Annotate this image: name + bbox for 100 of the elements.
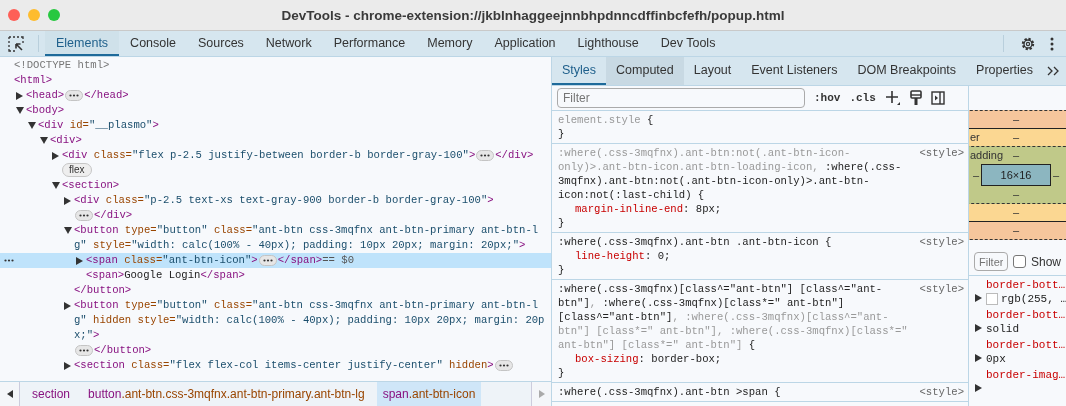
panel-tab[interactable]: Sources (187, 31, 255, 56)
row-menu-icon[interactable] (4, 259, 14, 262)
sidebar-tab[interactable]: Event Listeners (741, 57, 848, 85)
collapsed-content-button[interactable] (258, 254, 277, 266)
expanded-arrow-icon[interactable] (40, 137, 48, 144)
add-rule-icon[interactable] (884, 90, 901, 106)
breadcrumb-item[interactable]: button.ant-btn.css-3mqfnx.ant-btn-primary.ant-btn-lg (82, 382, 371, 406)
show-all-checkbox[interactable] (1013, 255, 1026, 268)
expanded-arrow-icon[interactable] (16, 107, 24, 114)
ellipsis-icon (262, 258, 273, 262)
padding-right-value: – (1052, 169, 1061, 181)
element-tag: <div class="p-2.5 text-xs text-gray-900 border-b border-gray-100"> (74, 193, 494, 208)
element-tag: <div> (50, 133, 82, 148)
expand-arrow-icon[interactable] (975, 324, 982, 332)
expand-arrow-icon[interactable] (975, 354, 982, 362)
collapsed-arrow-icon[interactable] (64, 302, 71, 310)
panel-tab[interactable]: Console (119, 31, 187, 56)
border-label: er (970, 130, 980, 145)
settings-icon[interactable] (1020, 36, 1036, 52)
css-selector: :where(.css-3mqfnx).ant-btn:not(.ant-btn-icon-only)>.ant-btn-icon.ant-btn-loading-icon, :where(.css-3mqfnx).ant-btn:not(.ant-btn-icon-only)>.ant-btn-icon:not(:last-child) { (558, 146, 903, 202)
collapsed-content-button[interactable] (65, 89, 84, 101)
element-tag: <div id="__plasmo"> (38, 118, 159, 133)
panel-tab[interactable]: Elements (45, 31, 120, 56)
collapsed-content-button[interactable] (75, 344, 93, 356)
ellipsis-icon (69, 93, 80, 97)
panel-tab[interactable]: Performance (322, 31, 417, 56)
flex-badge[interactable]: flex (62, 163, 92, 177)
panel-tab[interactable]: Dev Tools (649, 31, 727, 56)
breadcrumb-item[interactable]: span.ant-btn-icon (376, 382, 482, 406)
element-tag: <body> (26, 103, 65, 118)
element-tag: <section class="flex flex-col items-center justify-center" hidden> (74, 358, 494, 373)
ellipsis-icon (498, 363, 509, 367)
element-tag: <section> (62, 178, 120, 193)
computed-property-name: border-bott… (986, 278, 1066, 292)
panel-tab[interactable]: Lighthouse (566, 31, 650, 56)
expanded-arrow-icon[interactable] (52, 182, 60, 189)
more-options-icon[interactable] (1050, 37, 1054, 51)
ellipsis-icon (480, 153, 491, 157)
close-brace: } (558, 263, 566, 277)
breadcrumb-item[interactable]: section (26, 382, 77, 406)
class-toggle-button[interactable]: .cls (849, 92, 876, 104)
more-tabs-icon[interactable] (1047, 66, 1060, 76)
expanded-arrow-icon[interactable] (64, 227, 72, 234)
css-property-name: line-height (575, 250, 645, 262)
scroll-left-button[interactable] (0, 382, 20, 406)
border-top-value: – (1012, 131, 1020, 143)
hover-state-button[interactable]: :hov (814, 92, 841, 104)
element-tag: <span>Google Login</span> (86, 268, 245, 283)
sidebar-tab[interactable]: Layout (683, 57, 742, 85)
right-arrow-icon (538, 390, 545, 398)
collapsed-arrow-icon[interactable] (52, 152, 59, 160)
element-tag: <html> (14, 73, 53, 88)
padding-bottom-value: – (1012, 188, 1020, 200)
show-all-label: Show (1031, 254, 1062, 269)
close-brace: } (558, 216, 566, 230)
expand-arrow-icon[interactable] (975, 384, 982, 392)
collapsed-content-button[interactable] (476, 149, 495, 161)
stylesheet-link[interactable]: <style> (919, 235, 964, 249)
stylesheet-link[interactable]: <style> (919, 282, 964, 296)
sidebar-tab[interactable]: DOM Breakpoints (847, 57, 967, 85)
computed-property-value: solid (986, 322, 1019, 336)
sidebar-tab[interactable]: Properties (966, 57, 1044, 85)
selected-marker: == $0 (322, 254, 354, 266)
element-tag: <button type="button" class="ant-btn css-3mqfnx ant-btn-primary ant-btn-lg" hidden style="width: calc(100% - 40px); padding: 10px 20px; margin: 20px;"> (74, 298, 545, 343)
close-brace: } (558, 366, 566, 380)
computed-property-name: border-imag… (986, 368, 1066, 382)
css-property-value: : 0; (644, 250, 671, 262)
collapsed-arrow-icon[interactable] (76, 257, 83, 265)
panel-tab[interactable]: Network (254, 31, 323, 56)
paint-brush-icon[interactable] (909, 90, 922, 106)
expanded-arrow-icon[interactable] (28, 122, 36, 129)
sidebar-toggle-icon[interactable] (930, 91, 945, 105)
collapsed-content-button[interactable] (494, 359, 513, 371)
closing-tag: </button> (74, 283, 132, 298)
close-window-button[interactable] (8, 9, 20, 21)
closing-tag: </head> (84, 88, 129, 103)
css-property-value: : 8px; (683, 203, 722, 215)
collapsed-arrow-icon[interactable] (64, 197, 71, 205)
panel-tab[interactable]: Memory (416, 31, 484, 56)
color-swatch[interactable] (986, 293, 998, 305)
css-property-value: : border-box; (638, 353, 722, 365)
css-property-name: box-sizing (575, 353, 639, 365)
computed-filter-field[interactable]: Filter (974, 252, 1008, 271)
panel-tab[interactable]: Application (483, 31, 567, 56)
window-title: DevTools - chrome-extension://jkblnhaggeejnnbhpdnncdffinbcfefh/popup.html (280, 7, 786, 23)
expand-arrow-icon[interactable] (975, 294, 982, 302)
collapsed-arrow-icon[interactable] (16, 92, 23, 100)
css-selector: :where(.css-3mqfnx).ant-btn .ant-btn-icon { (558, 235, 833, 249)
padding-label: adding (970, 148, 1004, 163)
left-arrow-icon (6, 390, 13, 398)
element-tag: <div class="flex p-2.5 justify-between border-b border-gray-100"> (62, 148, 476, 163)
css-selector: :where(.css-3mqfnx).ant-btn >span { (558, 385, 782, 399)
margin-top-value: – (1012, 113, 1020, 125)
stylesheet-link[interactable]: <style> (919, 146, 964, 160)
stylesheet-link[interactable]: <style> (919, 385, 964, 399)
collapsed-arrow-icon[interactable] (64, 362, 71, 370)
filter-field[interactable]: Filter (557, 88, 805, 108)
inspect-element-icon[interactable] (8, 36, 24, 52)
sidebar-tab[interactable]: Computed (606, 57, 684, 85)
css-selector: element.style { (558, 113, 655, 127)
